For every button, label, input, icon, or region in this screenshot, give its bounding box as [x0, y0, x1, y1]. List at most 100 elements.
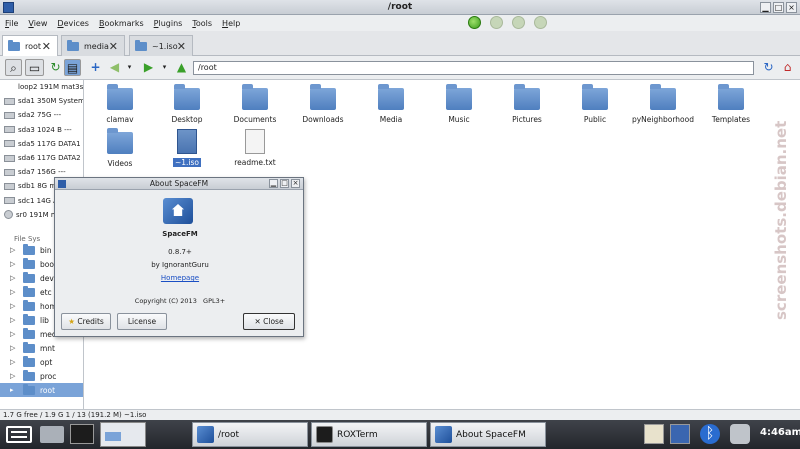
watermark: screenshots.debian.net: [772, 120, 790, 320]
file-label: Videos: [107, 159, 133, 168]
expander-icon[interactable]: ▷: [10, 316, 17, 324]
license-button[interactable]: License: [117, 313, 167, 330]
menu-help[interactable]: Help: [217, 19, 245, 28]
panel-2-toggle[interactable]: [490, 16, 503, 29]
clock: 4:46am: [760, 427, 800, 438]
app-version: 0.8.7+: [168, 248, 192, 256]
drive-icon: [4, 111, 15, 119]
task-roxterm[interactable]: ROXTerm: [311, 422, 427, 447]
credits-button[interactable]: ★ Credits: [61, 313, 111, 330]
panel-3-toggle[interactable]: [512, 16, 525, 29]
refresh-icon[interactable]: ↻: [760, 59, 777, 76]
devices-toggle-icon[interactable]: ▭: [25, 59, 44, 76]
file-item[interactable]: pyNeighborhood: [631, 84, 695, 124]
homepage-link[interactable]: Homepage: [55, 274, 305, 282]
file-item[interactable]: readme.txt: [223, 129, 287, 167]
expander-icon[interactable]: ▷: [10, 260, 17, 268]
minimize-button[interactable]: ▁: [269, 179, 278, 188]
new-tab-icon[interactable]: +: [87, 59, 104, 76]
tree-item-label: dev: [40, 273, 54, 283]
menu-bar: File View Devices Bookmarks Plugins Tool…: [0, 15, 800, 31]
tree-item-mnt[interactable]: ▷ mnt: [0, 341, 83, 355]
menu-devices[interactable]: Devices: [52, 19, 94, 28]
file-item[interactable]: Pictures: [495, 84, 559, 124]
tree-item-proc[interactable]: ▷ proc: [0, 369, 83, 383]
tab-root[interactable]: root ✕: [2, 35, 58, 57]
expander-icon[interactable]: ▸: [10, 386, 17, 394]
taskbar: /root ROXTerm About SpaceFM ᛒ 4:46am: [0, 420, 800, 449]
tree-toggle-icon[interactable]: ▤: [64, 59, 81, 76]
bluetooth-icon[interactable]: ᛒ: [700, 424, 720, 444]
minimize-button[interactable]: ▁: [760, 2, 771, 13]
task-about-spacefm[interactable]: About SpaceFM: [430, 422, 546, 447]
copyright-line: Copyright (C) 2013 GPL3+: [55, 297, 305, 305]
device-item[interactable]: sda5 117G DATA1 ---: [0, 137, 83, 151]
tree-item-opt[interactable]: ▷ opt: [0, 355, 83, 369]
close-tab-icon[interactable]: ✕: [42, 40, 51, 53]
task-root[interactable]: /root: [192, 422, 308, 447]
menu-tools[interactable]: Tools: [187, 19, 217, 28]
file-label: Desktop: [171, 115, 203, 124]
close-icon: ✕: [254, 317, 261, 326]
file-item[interactable]: Documents: [223, 84, 287, 124]
panel-1-toggle[interactable]: [468, 16, 481, 29]
drive-icon[interactable]: [40, 426, 64, 443]
file-item[interactable]: Music: [427, 84, 491, 124]
close-tab-icon[interactable]: ✕: [177, 40, 186, 53]
expander-icon[interactable]: ▷: [10, 372, 17, 380]
menu-plugins[interactable]: Plugins: [149, 19, 188, 28]
device-item[interactable]: sda1 350M System R: [0, 94, 83, 108]
tree-item-label: proc: [40, 371, 57, 381]
panel-4-toggle[interactable]: [534, 16, 547, 29]
terminal-icon[interactable]: [70, 424, 94, 444]
menu-bookmarks[interactable]: Bookmarks: [94, 19, 149, 28]
file-item[interactable]: ~1.iso: [155, 129, 219, 167]
expander-icon[interactable]: ▷: [10, 358, 17, 366]
path-input[interactable]: /root: [193, 61, 754, 75]
close-window-button[interactable]: ×: [291, 179, 300, 188]
close-tab-icon[interactable]: ✕: [109, 40, 118, 53]
device-item[interactable]: sda3 1024 B ---: [0, 123, 83, 137]
volume-icon[interactable]: [730, 424, 750, 444]
close-button[interactable]: ✕ Close: [243, 313, 295, 330]
expander-icon[interactable]: ▷: [10, 330, 17, 338]
file-item[interactable]: Templates: [699, 84, 763, 124]
forward-icon[interactable]: ▶: [140, 59, 157, 76]
device-item[interactable]: sda2 75G ---: [0, 108, 83, 122]
expander-icon[interactable]: ▷: [10, 302, 17, 310]
start-menu-icon[interactable]: [6, 426, 32, 443]
menu-view[interactable]: View: [23, 19, 52, 28]
expander-icon[interactable]: ▷: [10, 288, 17, 296]
refresh-tree-icon[interactable]: ↻: [47, 59, 64, 76]
menu-file[interactable]: File: [0, 19, 23, 28]
forward-dropdown-icon[interactable]: ▾: [156, 59, 173, 76]
expander-icon[interactable]: ▷: [10, 344, 17, 352]
device-item[interactable]: sda6 117G DATA2 ---: [0, 151, 83, 165]
file-item[interactable]: clamav: [88, 84, 152, 124]
maximize-button[interactable]: □: [280, 179, 289, 188]
device-item[interactable]: loop2 191M mat3sr: [0, 80, 83, 94]
back-dropdown-icon[interactable]: ▾: [121, 59, 138, 76]
file-item[interactable]: Videos: [88, 128, 152, 168]
file-item[interactable]: Public: [563, 84, 627, 124]
network-icon[interactable]: [670, 424, 690, 444]
file-item[interactable]: Desktop: [155, 84, 219, 124]
up-icon[interactable]: ▲: [173, 59, 190, 76]
credits-label: Credits: [77, 317, 104, 326]
expander-icon[interactable]: ▷: [10, 246, 17, 254]
close-window-button[interactable]: ×: [786, 2, 797, 13]
clipboard-icon[interactable]: [644, 424, 664, 444]
search-icon[interactable]: ⌕: [5, 59, 22, 76]
expander-icon[interactable]: ▷: [10, 274, 17, 282]
tree-item-label: bin: [40, 245, 52, 255]
file-item[interactable]: Media: [359, 84, 423, 124]
workspace-pager[interactable]: [100, 422, 146, 447]
tab-label: root: [25, 42, 42, 51]
tab-media[interactable]: media ✕: [61, 35, 125, 56]
maximize-button[interactable]: □: [773, 2, 784, 13]
task-label: ROXTerm: [337, 429, 378, 440]
file-item[interactable]: Downloads: [291, 84, 355, 124]
tree-item-root[interactable]: ▸ root: [0, 383, 83, 397]
tab-iso[interactable]: ~1.iso ✕: [129, 35, 193, 56]
home-icon[interactable]: ⌂: [779, 59, 796, 76]
